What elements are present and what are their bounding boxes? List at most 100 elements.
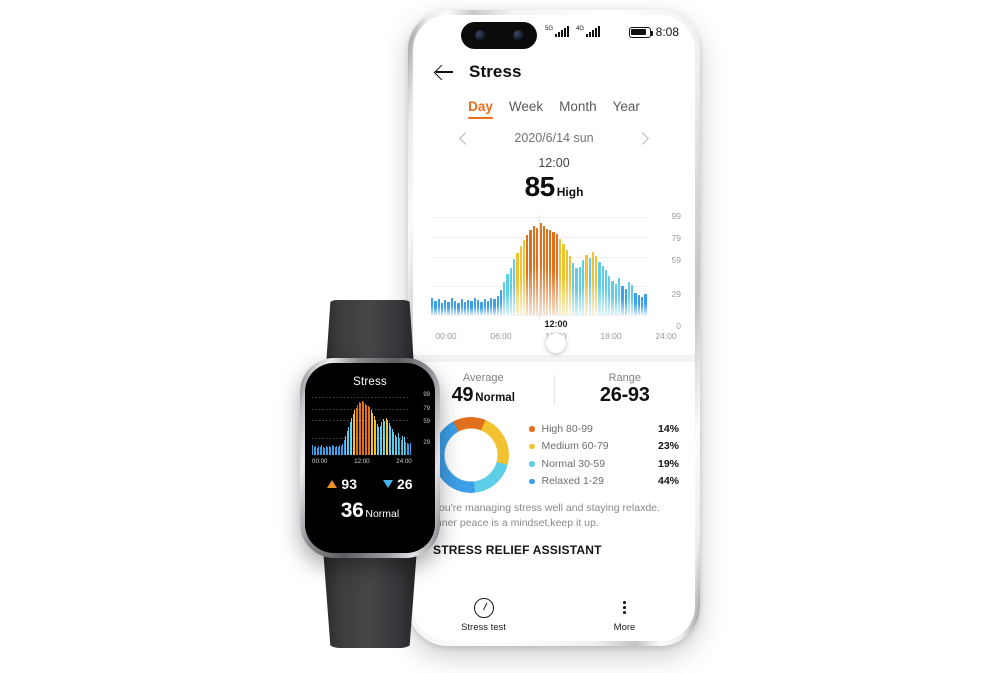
tab-year[interactable]: Year bbox=[613, 99, 640, 119]
chart-bar bbox=[513, 258, 516, 315]
tab-month[interactable]: Month bbox=[559, 99, 597, 119]
tab-day[interactable]: Day bbox=[468, 99, 493, 119]
watch-title: Stress bbox=[353, 376, 387, 388]
nav-stress-test-label: Stress test bbox=[461, 621, 506, 633]
sim1-network-label: 5G bbox=[545, 26, 554, 32]
watch-x-tick-label: 12:00 bbox=[354, 458, 370, 465]
chart-bar bbox=[601, 265, 604, 315]
chart-now-line bbox=[539, 215, 540, 319]
triangle-up-icon bbox=[327, 480, 338, 488]
smartwatch-device: Stress 99 79 59 29 00:00 12:00 24:00 93 26 bbox=[280, 300, 460, 648]
chart-bar bbox=[532, 225, 535, 315]
chart-bar bbox=[604, 270, 608, 315]
legend-label-normal: Normal 30-59 bbox=[541, 457, 606, 470]
timeline-slider-knob[interactable] bbox=[546, 333, 566, 353]
chart-bar bbox=[529, 229, 532, 315]
nav-more[interactable]: More bbox=[554, 598, 695, 633]
y-tick-label: 59 bbox=[423, 419, 430, 426]
chart-x-axis[interactable]: 00:0006:0012:0018:0024:00 12:00 bbox=[431, 319, 681, 353]
advice-line-1: You're managing stress well and staying … bbox=[433, 502, 660, 514]
advice-line-2: Inner peace is a mindset,keep it up. bbox=[433, 517, 599, 529]
y-tick-label: 29 bbox=[671, 288, 681, 299]
nav-more-label: More bbox=[613, 621, 636, 633]
chart-bar bbox=[631, 285, 634, 315]
app-header: Stress bbox=[413, 51, 695, 87]
period-tabs: Day Week Month Year bbox=[413, 87, 695, 119]
y-tick-label: 99 bbox=[671, 211, 681, 221]
x-tick-label: 18:00 bbox=[600, 331, 622, 341]
chart-bar bbox=[624, 289, 627, 315]
status-clock: 8:08 bbox=[655, 25, 679, 39]
legend-pct-medium: 23% bbox=[657, 440, 679, 453]
chart-bar bbox=[493, 299, 496, 315]
watch-minmax-stats: 93 26 bbox=[305, 476, 435, 492]
chart-bar bbox=[480, 302, 483, 315]
legend-item-high: High 80-99 14% bbox=[529, 423, 679, 435]
legend-item-relaxed: Relaxed 1-29 44% bbox=[529, 475, 679, 487]
chart-bar bbox=[542, 225, 545, 315]
chevron-right-icon[interactable] bbox=[635, 131, 649, 145]
legend-label-medium: Medium 60-79 bbox=[541, 440, 609, 453]
y-tick-label: 79 bbox=[423, 405, 430, 412]
chart-bar bbox=[473, 298, 476, 315]
sim2-signal-icon: 4G bbox=[576, 26, 601, 37]
watch-chart-bar bbox=[409, 442, 411, 455]
y-tick-label: 99 bbox=[423, 392, 430, 398]
chart-bar bbox=[506, 274, 509, 315]
average-level: Normal bbox=[475, 392, 515, 404]
chart-bar bbox=[522, 239, 526, 315]
y-tick-label: 29 bbox=[423, 440, 430, 447]
chart-bar bbox=[460, 299, 463, 315]
x-tick-label: 06:00 bbox=[490, 331, 512, 341]
stress-bar-chart[interactable]: 99 79 59 29 0 bbox=[431, 211, 681, 331]
watch-max-stat: 93 bbox=[327, 476, 357, 492]
selected-date-label: 2020/6/14 sun bbox=[514, 131, 594, 145]
legend-color-dot-medium bbox=[529, 443, 535, 449]
chart-bar bbox=[555, 233, 558, 315]
chart-bar bbox=[608, 276, 611, 315]
chart-bar bbox=[536, 227, 539, 315]
chart-bar bbox=[519, 245, 522, 315]
x-tick-label: 24:00 bbox=[655, 331, 677, 341]
watch-min-value: 26 bbox=[397, 476, 413, 492]
range-label: Range bbox=[608, 372, 641, 384]
chart-bar bbox=[614, 284, 618, 315]
y-tick-label: 59 bbox=[671, 255, 681, 266]
sim2-network-label: 4G bbox=[576, 26, 585, 32]
legend-color-dot-high bbox=[529, 426, 535, 432]
front-camera-punch-hole bbox=[461, 22, 537, 49]
watch-current-value: 36 bbox=[340, 499, 364, 522]
screenshot-canvas: 5G 4G 8:08 Stress Day Week Month Year 20… bbox=[0, 0, 1000, 673]
watch-chart-x-labels: 00:00 12:00 24:00 bbox=[312, 458, 412, 469]
chart-bar bbox=[526, 234, 529, 315]
chart-bar bbox=[503, 282, 506, 315]
sim1-signal-icon: 5G bbox=[545, 26, 570, 37]
watch-current-level: Normal bbox=[365, 508, 400, 520]
more-dots-icon bbox=[615, 598, 635, 618]
reading-value: 85 bbox=[524, 171, 556, 202]
status-bar: 5G 4G 8:08 bbox=[413, 15, 695, 51]
chart-bar bbox=[575, 268, 578, 315]
legend-label-relaxed: Relaxed 1-29 bbox=[541, 475, 604, 488]
tab-week[interactable]: Week bbox=[509, 99, 543, 119]
reading-time-label: 12:00 bbox=[538, 156, 570, 170]
chart-bar bbox=[621, 286, 624, 315]
chart-bar bbox=[641, 297, 644, 315]
watch-chart-bars bbox=[312, 397, 411, 455]
chart-bar bbox=[558, 238, 562, 315]
chart-bar bbox=[486, 301, 490, 315]
back-arrow-icon[interactable] bbox=[433, 61, 455, 83]
watch-max-value: 93 bbox=[341, 476, 357, 492]
chart-y-axis-labels: 99 79 59 29 0 bbox=[651, 211, 681, 331]
watch-x-tick-label: 24:00 bbox=[396, 458, 412, 465]
date-navigator: 2020/6/14 sun bbox=[413, 131, 695, 145]
camera-lens-icon bbox=[512, 30, 524, 41]
chart-bar bbox=[618, 278, 621, 315]
chart-bar bbox=[549, 229, 552, 315]
y-tick-label: 79 bbox=[671, 233, 681, 244]
chart-bar bbox=[562, 243, 565, 315]
chevron-left-icon[interactable] bbox=[459, 131, 473, 145]
chart-bar bbox=[634, 293, 637, 315]
legend-item-normal: Normal 30-59 19% bbox=[529, 458, 679, 470]
triangle-down-icon bbox=[383, 480, 393, 488]
